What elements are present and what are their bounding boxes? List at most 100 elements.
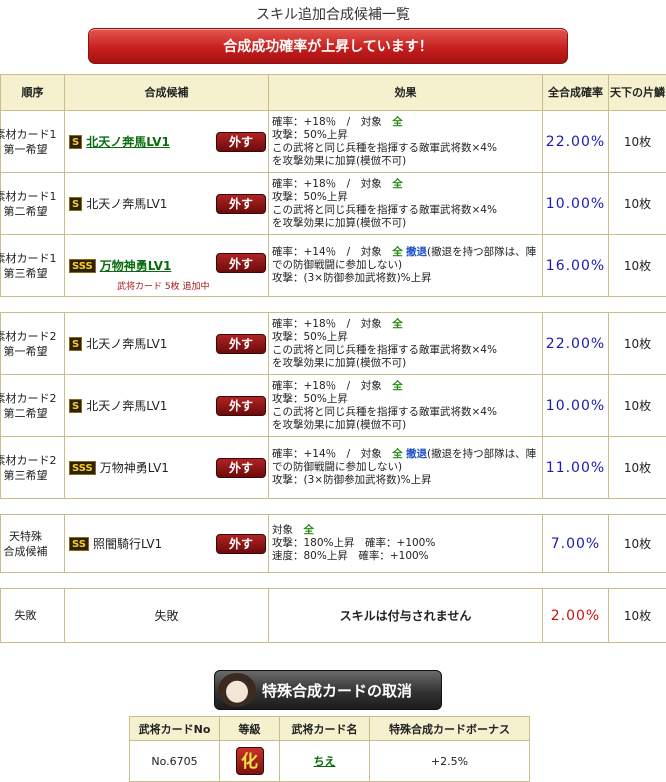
failure-order: 失敗	[1, 589, 65, 643]
effect-line: を攻撃効果に加算(模倣不可)	[272, 217, 539, 230]
effect-line: 確率：+14％ / 対象	[272, 448, 392, 460]
rate-value: 16.00%	[543, 235, 609, 297]
order-cell: 素材カード2第一希望	[1, 313, 65, 375]
failure-row: 失敗 失敗 スキルは付与されません 2.00% 10枚	[1, 589, 666, 643]
effect-line: 確率：+18％ / 対象	[272, 116, 392, 128]
candidate-row: 素材カード2第二希望S北天ノ奔馬LV1外す確率：+18％ / 対象 全攻撃：50…	[1, 375, 666, 437]
skill-name[interactable]: 万物神勇LV1	[100, 257, 172, 274]
candidate-cell: S北天ノ奔馬LV1外す	[65, 313, 269, 375]
order-material: 素材カード2	[0, 453, 64, 468]
header-effect: 効果	[269, 75, 543, 111]
header-rate: 全合成確率	[543, 75, 609, 111]
special-candidate-cell: SS 照闇騎行LV1 外す	[65, 515, 269, 573]
skill-name: 北天ノ奔馬LV1	[86, 397, 167, 414]
sheets-value: 10枚	[609, 235, 666, 297]
remove-button[interactable]: 外す	[216, 458, 266, 478]
success-rate-banner: 合成成功確率が上昇しています！	[88, 28, 568, 64]
rate-value: 11.00%	[543, 437, 609, 499]
effect-target-all: 全	[392, 448, 403, 460]
grade-cell: 化	[220, 741, 280, 782]
effect-line: を攻撃効果に加算(模倣不可)	[272, 155, 539, 168]
added-card-note: 武将カード 5枚 追加中	[117, 279, 209, 292]
order-material: 素材カード1	[0, 189, 64, 204]
candidate-cell: SSS 万物神勇LV1 外す	[65, 437, 269, 499]
sheets-value: 10枚	[609, 173, 666, 235]
remove-button[interactable]: 外す	[216, 132, 266, 152]
header-candidate: 合成候補	[65, 75, 269, 111]
effect-cell: 確率：+18％ / 対象 全攻撃：50%上昇この武将と同じ兵種を指揮する敵軍武将…	[269, 173, 543, 235]
effect-line: 攻撃：50%上昇	[272, 129, 539, 142]
effect-line: この武将と同じ兵種を指揮する敵軍武将数×4%	[272, 142, 539, 155]
remove-button[interactable]: 外す	[216, 396, 266, 416]
cancel-special-card-button[interactable]: 特殊合成カードの取消	[214, 670, 442, 710]
special-effect-cell: 対象 全 攻撃：180%上昇 確率：+100% 速度：80%上昇 確率：+100…	[269, 515, 543, 573]
header-sheets: 天下の片鱗	[609, 75, 666, 111]
effect-line: 攻撃：(3×防御参加武将数)%上昇	[272, 272, 539, 285]
rank-badge: SSS	[69, 461, 96, 475]
order-preference: 第一希望	[0, 344, 64, 359]
effect-target-all: 全	[392, 380, 403, 392]
skill-name: 北天ノ奔馬LV1	[86, 195, 167, 212]
material-card-2-rows: 素材カード2第一希望S北天ノ奔馬LV1外す確率：+18％ / 対象 全攻撃：50…	[1, 313, 666, 499]
candidate-row: 素材カード1第一希望S北天ノ奔馬LV1外す確率：+18％ / 対象 全攻撃：50…	[1, 111, 666, 173]
order-material: 素材カード2	[0, 391, 64, 406]
effect-line: この武将と同じ兵種を指揮する敵軍武将数×4%	[272, 204, 539, 217]
rate-value: 10.00%	[543, 173, 609, 235]
candidate-cell: S北天ノ奔馬LV1外す	[65, 111, 269, 173]
order-preference: 第二希望	[0, 406, 64, 421]
bonus-value: +2.5%	[370, 741, 530, 782]
effect-target-all: 全	[392, 246, 403, 258]
table-header-row: 順序 合成候補 効果 全合成確率 天下の片鱗	[1, 75, 666, 111]
effect-cell: 確率：+14％ / 対象 全 撤退(撤退を持つ部隊は、陣での防御戦闘に参加しない…	[269, 235, 543, 297]
effect-line: 確率：+18％ / 対象	[272, 318, 392, 330]
order-cell: 素材カード2第三希望	[1, 437, 65, 499]
general-portrait-icon	[218, 673, 256, 707]
candidate-cell: S北天ノ奔馬LV1外す	[65, 173, 269, 235]
remove-button[interactable]: 外す	[216, 534, 266, 554]
effect-line: 攻撃：(3×防御参加武将数)%上昇	[272, 474, 539, 487]
rank-badge: SSS	[69, 259, 96, 273]
retreat-keyword: 撤退	[406, 246, 427, 258]
failure-order-label: 失敗	[0, 608, 64, 623]
order-preference: 第三希望	[0, 266, 64, 281]
effect-cell: 確率：+18％ / 対象 全攻撃：50%上昇この武将と同じ兵種を指揮する敵軍武将…	[269, 313, 543, 375]
skill-name: 万物神勇LV1	[100, 459, 169, 476]
candidate-row: 素材カード1第三希望 SSS 万物神勇LV1 武将カード 5枚 追加中外す確率：+14…	[1, 235, 666, 297]
special-order-line2: 合成候補	[0, 544, 64, 559]
order-preference: 第二希望	[0, 204, 64, 219]
order-cell: 素材カード1第三希望	[1, 235, 65, 297]
remove-button[interactable]: 外す	[216, 194, 266, 214]
skill-name[interactable]: 北天ノ奔馬LV1	[86, 133, 170, 150]
special-order-cell: 天特殊 合成候補	[1, 515, 65, 573]
effect-line: 確率：+18％ / 対象	[272, 380, 392, 392]
special-order-line1: 天特殊	[0, 529, 64, 544]
rate-value: 10.00%	[543, 375, 609, 437]
effect-target-label: 対象	[272, 524, 304, 536]
effect-cell: 確率：+18％ / 対象 全攻撃：50%上昇この武将と同じ兵種を指揮する敵軍武将…	[269, 375, 543, 437]
card-name-link[interactable]: ちえ	[314, 755, 336, 768]
effect-line: この武将と同じ兵種を指揮する敵軍武将数×4%	[272, 344, 539, 357]
order-material: 素材カード2	[0, 329, 64, 344]
cancel-special-card-label: 特殊合成カードの取消	[262, 680, 412, 701]
candidate-cell: SSS 万物神勇LV1 武将カード 5枚 追加中外す	[65, 235, 269, 297]
effect-cell: 確率：+18％ / 対象 全攻撃：50%上昇この武将と同じ兵種を指揮する敵軍武将…	[269, 111, 543, 173]
page-title: スキル追加合成候補一覧	[0, 4, 666, 24]
rank-badge: SS	[69, 537, 89, 551]
failure-rate: 2.00%	[543, 589, 609, 643]
remove-button[interactable]: 外す	[216, 334, 266, 354]
candidate-cell: S北天ノ奔馬LV1外す	[65, 375, 269, 437]
effect-target-all: 全	[392, 318, 403, 330]
card-no: No.6705	[130, 741, 220, 782]
remove-button[interactable]: 外す	[216, 253, 266, 273]
sheets-value: 10枚	[609, 313, 666, 375]
skill-name: 照闇騎行LV1	[93, 535, 162, 552]
bonus-header-no: 武将カードNo	[130, 717, 220, 741]
effect-line: を攻撃効果に加算(模倣不可)	[272, 419, 539, 432]
rate-value: 7.00%	[543, 515, 609, 573]
failure-effect: スキルは付与されません	[269, 589, 543, 643]
rate-value: 22.00%	[543, 313, 609, 375]
bonus-header-row: 武将カードNo 等級 武将カード名 特殊合成カードボーナス	[130, 717, 530, 741]
candidate-row: 素材カード2第三希望SSS万物神勇LV1外す確率：+14％ / 対象 全 撤退(…	[1, 437, 666, 499]
order-cell: 素材カード1第二希望	[1, 173, 65, 235]
effect-line: 攻撃：50%上昇	[272, 331, 539, 344]
